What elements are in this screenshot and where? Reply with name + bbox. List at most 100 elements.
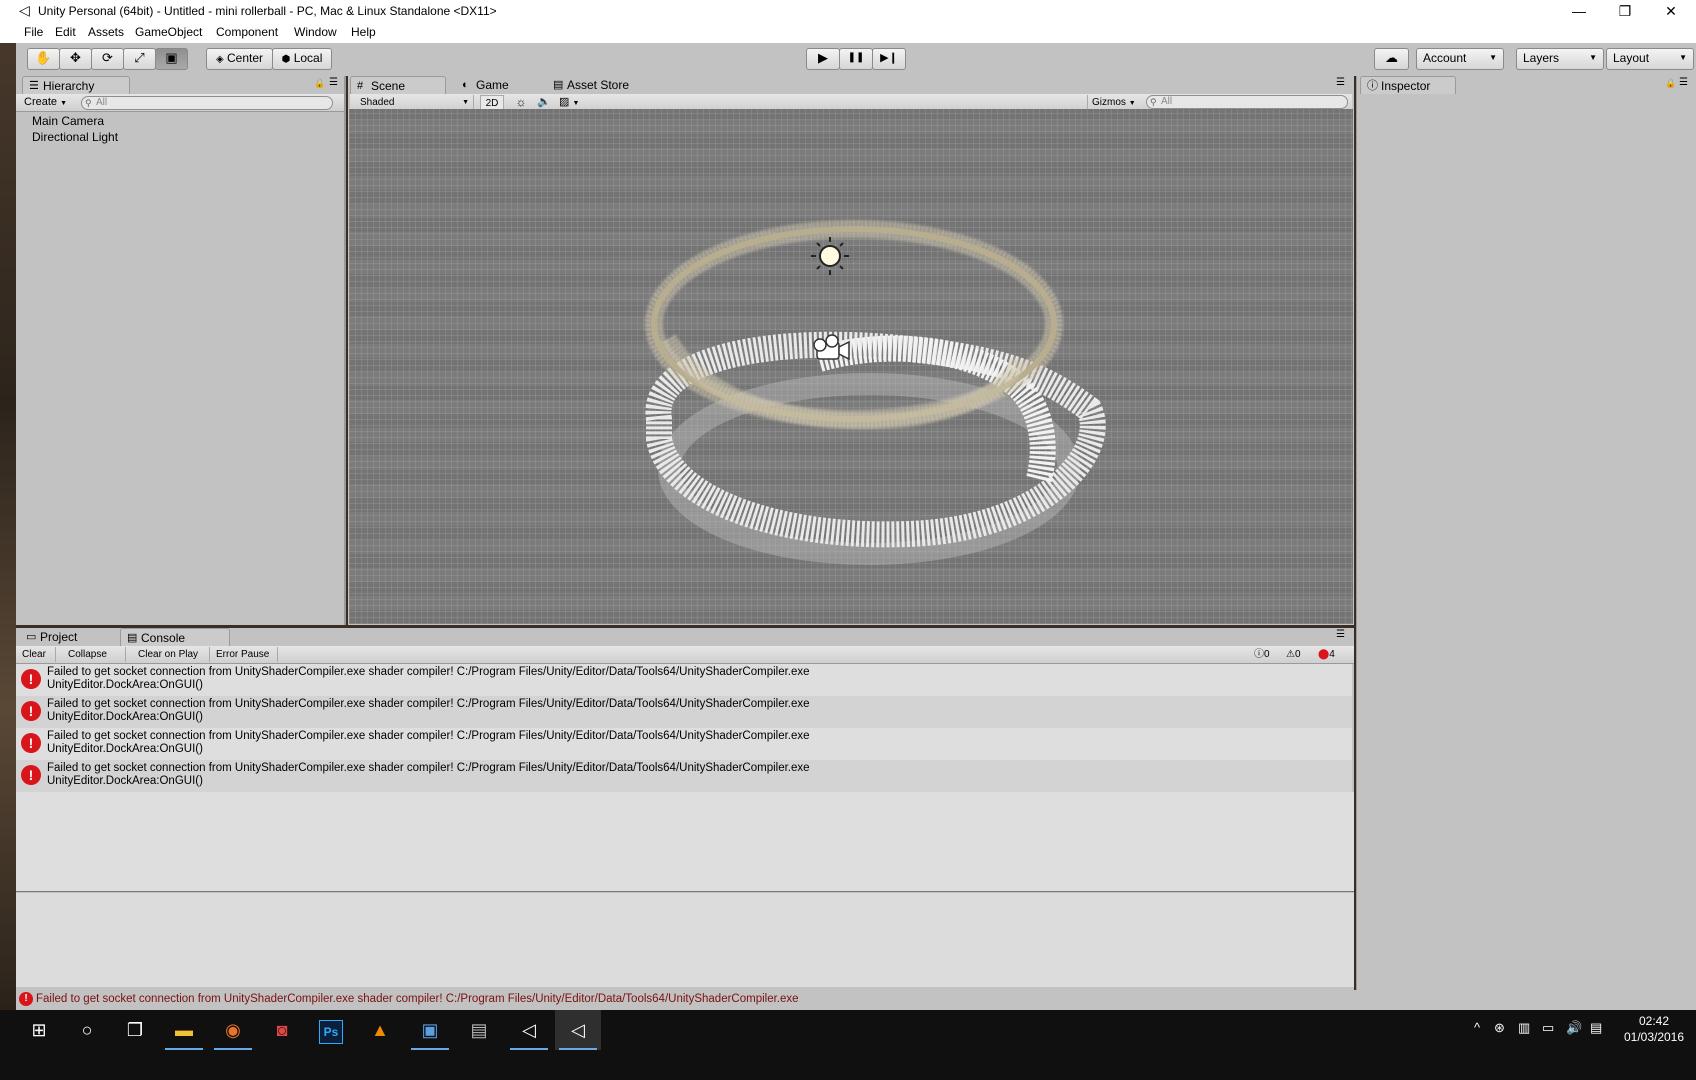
audio-toggle[interactable]: 🔈 [533,95,555,110]
tab-console[interactable]: ▤ Console [120,628,230,646]
clear-on-play-button[interactable]: Clear on Play [134,647,210,662]
lighting-toggle[interactable]: ☼ [510,95,532,110]
tray-chevron-icon[interactable]: ^ [1474,1020,1480,1035]
tab-hierarchy[interactable]: ☰ Hierarchy [22,76,130,94]
pause-button[interactable]: ❚❚ [839,48,873,70]
scale-icon: ⤢ [134,50,145,65]
console-log-entry[interactable]: ! Failed to get socket connection from U… [16,728,1352,760]
log-line-1: Failed to get socket connection from Uni… [47,762,810,774]
pivot-center-button[interactable]: ◈ Center [206,48,273,70]
tab-project-label: Project [40,630,78,644]
scene-viewport[interactable] [349,109,1353,624]
tab-inspector[interactable]: ⓘ Inspector [1360,76,1456,94]
taskbar-unity-active[interactable]: ◁ [555,1010,601,1050]
minimize-button[interactable]: — [1556,0,1602,22]
console-log-entry[interactable]: ! Failed to get socket connection from U… [16,696,1352,728]
clock[interactable]: 02:42 01/03/2016 [1618,1013,1690,1047]
taskbar-unity[interactable]: ◁ [506,1010,552,1050]
clock-time: 02:42 [1638,1014,1670,1028]
move-tool-button[interactable]: ✥ [59,48,92,70]
network-app-icon[interactable]: ▥ [1518,1020,1530,1036]
directional-light-gizmo[interactable] [811,237,849,275]
taskbar-app-blue[interactable]: ▣ [407,1010,453,1050]
tab-scene[interactable]: # Scene [350,76,446,94]
info-filter-toggle[interactable]: ⓘ0 [1250,647,1280,662]
taskbar-firefox[interactable]: ◉ [210,1010,256,1050]
console-log-entry[interactable]: ! Failed to get socket connection from U… [16,760,1352,792]
clear-button[interactable]: Clear [18,647,56,662]
scale-tool-button[interactable]: ⤢ [123,48,156,70]
error-pause-button[interactable]: Error Pause [212,647,278,662]
menu-assets[interactable]: Assets [88,25,124,39]
step-button[interactable]: ▶❙ [872,48,906,70]
hierarchy-item-directional-light[interactable]: Directional Light [32,130,118,144]
dropdown-arrow-icon: ▼ [1128,100,1136,107]
taskbar-photoshop[interactable]: Ps [308,1010,354,1050]
tab-asset-store[interactable]: ▤ Asset Store [547,76,657,94]
panel-menu-icon[interactable]: ☰ [329,77,338,88]
tab-asset-store-label: Asset Store [567,78,630,92]
log-line-2: UnityEditor.DockArea:OnGUI() [47,775,203,787]
dropdown-arrow-icon: ▼ [572,100,580,107]
desktop-background [0,0,16,1010]
menu-help[interactable]: Help [351,25,376,39]
panel-menu-icon[interactable]: ☰ [1336,629,1345,640]
error-filter-toggle[interactable]: ⬤4 [1314,647,1348,662]
start-button[interactable]: ⊞ [16,1010,62,1050]
gizmos-dropdown[interactable]: Gizmos ▼ [1087,95,1141,110]
menu-file[interactable]: File [24,25,43,39]
hierarchy-search-input[interactable]: ⚲ All [81,96,333,110]
task-view-button[interactable]: ❐ [112,1010,158,1050]
volume-icon[interactable]: 🔊 [1566,1020,1582,1036]
rotate-tool-button[interactable]: ⟳ [91,48,124,70]
hierarchy-item-main-camera[interactable]: Main Camera [32,114,104,128]
effects-dropdown[interactable]: ▨ ▼ [559,95,591,110]
unity-logo-icon: ◁ [19,2,30,18]
taskbar-app-gray[interactable]: ▤ [456,1010,502,1050]
panel-menu-icon[interactable]: ☰ [1336,77,1345,88]
status-bar[interactable]: ! Failed to get socket connection from U… [16,990,1696,1010]
taskbar-vlc[interactable]: ▲ [357,1010,403,1050]
cloud-button[interactable]: ☁ [1374,48,1409,70]
dropdown-arrow-icon: ▼ [1589,53,1597,62]
network-icon[interactable]: ▭ [1542,1020,1554,1036]
layout-dropdown[interactable]: Layout ▼ [1606,48,1694,70]
create-dropdown[interactable]: Create ▼ [20,95,70,110]
system-tray: ^ ⊛ ▥ ▭ 🔊 ▤ [1470,1020,1610,1040]
tab-game[interactable]: ◐ Game [456,76,536,94]
rect-tool-button[interactable]: ▣ [155,48,188,70]
warning-filter-toggle[interactable]: ⚠0 [1282,647,1312,662]
hierarchy-item-label: Directional Light [32,130,119,144]
collapse-button[interactable]: Collapse [64,647,126,662]
step-icon: ▶❙ [880,52,898,64]
hand-tool-button[interactable]: ✋ [27,48,60,70]
restore-button[interactable]: ❐ [1602,0,1648,22]
grid-icon: # [357,80,364,92]
close-button[interactable]: ✕ [1648,0,1694,22]
menu-edit[interactable]: Edit [55,25,76,39]
error-pause-label: Error Pause [216,649,270,660]
2d-toggle[interactable]: 2D [480,95,504,110]
notifications-icon[interactable]: ▤ [1590,1020,1602,1036]
menu-gameobject[interactable]: GameObject [135,25,202,39]
taskbar-file-explorer[interactable]: ▬ [161,1010,207,1050]
menu-window[interactable]: Window [294,25,337,39]
search-button[interactable]: ○ [64,1010,110,1050]
shading-dropdown[interactable]: Shaded ▼ [356,95,474,110]
error-icon: ! [21,701,41,721]
menu-component[interactable]: Component [216,25,278,39]
account-dropdown[interactable]: Account ▼ [1416,48,1504,70]
pivot-local-button[interactable]: ⬢ Local [272,48,332,70]
console-log-entry[interactable]: ! Failed to get socket connection from U… [16,664,1352,696]
layers-dropdown[interactable]: Layers ▼ [1516,48,1604,70]
steam-icon[interactable]: ⊛ [1494,1020,1505,1036]
console-detail-pane [16,893,1354,987]
tab-project[interactable]: ▭ Project [20,628,110,646]
scene-search-input[interactable]: ⚲ All [1146,95,1348,109]
play-button[interactable]: ▶ [806,48,840,70]
cloud-icon: ☁ [1385,50,1398,65]
taskbar-app-red[interactable]: ◙ [259,1010,305,1050]
panel-menu-icon[interactable]: ☰ [1679,77,1688,88]
log-message: Failed to get socket connection from Uni… [47,730,810,756]
main-camera-gizmo[interactable] [813,334,850,361]
